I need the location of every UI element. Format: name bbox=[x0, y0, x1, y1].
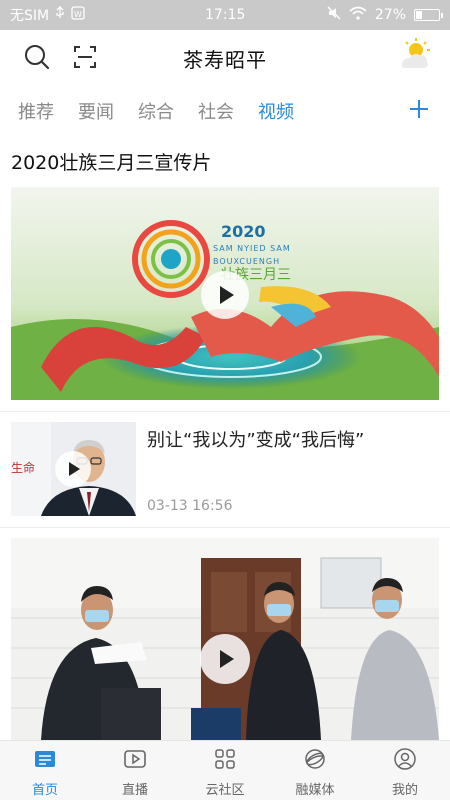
tab-headlines[interactable]: 要闻 bbox=[78, 98, 114, 124]
usb-icon bbox=[55, 6, 65, 24]
clock: 17:15 bbox=[205, 7, 246, 23]
video-feed[interactable]: 2020壮族三月三宣传片 2020 SAM NYIED SAM BOUXCUEN… bbox=[0, 136, 450, 740]
add-tab-icon[interactable] bbox=[406, 96, 432, 122]
grid-icon bbox=[213, 747, 237, 775]
divider bbox=[0, 527, 450, 528]
video-title[interactable]: 别让“我以为”变成“我后悔” bbox=[147, 426, 364, 452]
search-icon[interactable] bbox=[22, 42, 52, 72]
weather-icon[interactable] bbox=[394, 36, 434, 76]
thumb-line2-text: BOUXCUENGH bbox=[213, 257, 280, 266]
app-header: 茶寿昭平 bbox=[0, 30, 450, 86]
notification-icon: W bbox=[71, 6, 85, 24]
nav-community[interactable]: 云社区 bbox=[180, 741, 270, 800]
mute-icon bbox=[327, 6, 341, 24]
play-icon[interactable] bbox=[201, 271, 249, 319]
tab-society[interactable]: 社会 bbox=[198, 98, 234, 124]
video-thumbnail[interactable] bbox=[11, 538, 439, 740]
battery-percent: 27% bbox=[374, 7, 406, 23]
video-timestamp: 03-13 16:56 bbox=[147, 498, 233, 514]
status-bar: 无SIM W 17:15 27% bbox=[0, 0, 450, 30]
category-tabs: 推荐 要闻 综合 社会 视频 bbox=[0, 86, 450, 136]
nav-home[interactable]: 首页 bbox=[0, 741, 90, 800]
divider bbox=[0, 411, 450, 412]
globe-icon bbox=[303, 747, 327, 775]
nav-profile[interactable]: 我的 bbox=[360, 741, 450, 800]
nav-media-label: 融媒体 bbox=[295, 783, 335, 798]
svg-text:W: W bbox=[74, 10, 82, 19]
battery-icon bbox=[414, 9, 443, 21]
thumb-line1-text: SAM NYIED SAM bbox=[213, 244, 291, 253]
thumb-year-text: 2020 bbox=[221, 222, 266, 241]
play-icon bbox=[123, 747, 147, 775]
nav-live[interactable]: 直播 bbox=[90, 741, 180, 800]
news-icon bbox=[33, 747, 57, 775]
nav-media[interactable]: 融媒体 bbox=[270, 741, 360, 800]
bottom-nav: 首页 直播 云社区 融媒体 我的 bbox=[0, 740, 450, 800]
tab-video[interactable]: 视频 bbox=[258, 98, 294, 124]
video-thumbnail[interactable]: 生命 bbox=[11, 422, 136, 516]
app-title: 茶寿昭平 bbox=[183, 47, 267, 72]
carrier-label: 无SIM bbox=[10, 8, 50, 24]
nav-community-label: 云社区 bbox=[205, 783, 245, 798]
nav-profile-label: 我的 bbox=[391, 783, 418, 798]
tab-recommend[interactable]: 推荐 bbox=[18, 98, 54, 124]
svg-text:生命: 生命 bbox=[11, 460, 35, 475]
scan-icon[interactable] bbox=[70, 42, 100, 72]
play-icon[interactable] bbox=[200, 634, 250, 684]
user-icon bbox=[393, 747, 417, 775]
nav-home-label: 首页 bbox=[31, 783, 58, 798]
nav-live-label: 直播 bbox=[121, 783, 148, 798]
play-icon[interactable] bbox=[55, 451, 91, 487]
featured-video-title[interactable]: 2020壮族三月三宣传片 bbox=[11, 148, 211, 175]
featured-video-thumbnail[interactable]: 2020 SAM NYIED SAM BOUXCUENGH 壮族三月三 bbox=[11, 187, 439, 400]
wifi-icon bbox=[349, 6, 367, 24]
tab-general[interactable]: 综合 bbox=[138, 98, 174, 124]
